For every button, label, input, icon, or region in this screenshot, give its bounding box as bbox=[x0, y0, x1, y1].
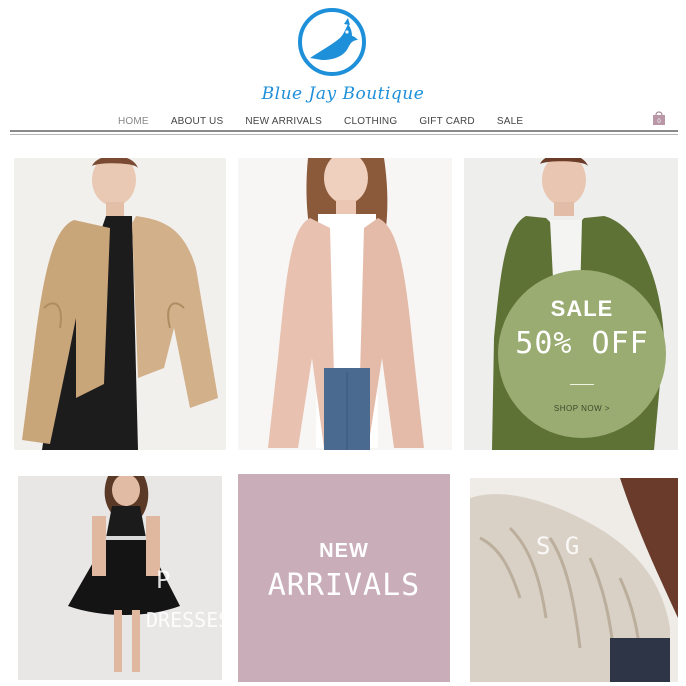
blue-jay-logo-icon[interactable] bbox=[296, 6, 368, 78]
header-divider bbox=[10, 130, 678, 132]
product-image-gold-bomber[interactable] bbox=[14, 158, 226, 450]
sale-title: SALE bbox=[550, 296, 614, 321]
product-image-black-dress[interactable]: P DRESSES bbox=[18, 476, 222, 680]
sweaters-overlay-label: S G bbox=[536, 532, 580, 560]
shop-now-link[interactable]: SHOP NOW > bbox=[498, 404, 666, 413]
brand-name[interactable]: Blue Jay Boutique bbox=[0, 84, 686, 104]
product-image-knit-sweater[interactable]: S G bbox=[470, 478, 678, 682]
new-arrivals-banner[interactable]: NEW ARRIVALS bbox=[238, 474, 450, 682]
dresses-overlay-label: DRESSES bbox=[146, 608, 222, 632]
product-image-pink-cardigan[interactable] bbox=[238, 158, 452, 450]
new-arrivals-label-new: NEW bbox=[319, 540, 369, 562]
header-divider-thin bbox=[10, 134, 678, 135]
new-arrivals-label-arrivals: ARRIVALS bbox=[267, 568, 421, 603]
shopping-bag-icon[interactable]: 0 bbox=[652, 110, 666, 126]
dresses-overlay-letter: P bbox=[156, 566, 171, 594]
sale-discount: 50% OFF bbox=[515, 326, 649, 361]
sale-divider bbox=[570, 384, 594, 385]
sale-banner[interactable]: SALE 50% OFF SHOP NOW > bbox=[498, 270, 666, 438]
